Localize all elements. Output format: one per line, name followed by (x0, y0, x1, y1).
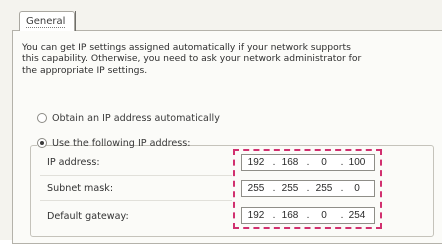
radio-dot (40, 141, 44, 145)
row-divider (40, 200, 232, 201)
ip-address-label: IP address: (47, 157, 100, 168)
tab-general-label: General (26, 16, 66, 28)
row-divider (40, 175, 232, 176)
tab-divider (75, 11, 76, 31)
radio-button-unselected[interactable] (37, 113, 47, 123)
default-gateway-label: Default gateway: (47, 211, 129, 222)
description-line: You can get IP settings assigned automat… (22, 42, 351, 53)
description-line: this capability. Otherwise, you need to … (22, 53, 362, 65)
tcpip-properties-dialog: General You can get IP settings assigned… (0, 0, 442, 244)
highlight-annotation-box (233, 149, 382, 229)
radio-use-following[interactable]: Use the following IP address: (37, 137, 191, 151)
tab-general[interactable]: General (19, 11, 75, 31)
radio-obtain-auto-label: Obtain an IP address automatically (52, 113, 220, 124)
radio-button-selected[interactable] (37, 138, 47, 148)
radio-use-following-label: Use the following IP address: (52, 138, 191, 149)
description-text: You can get IP settings assigned automat… (22, 42, 422, 76)
subnet-mask-label: Subnet mask: (47, 183, 114, 194)
description-line: the appropriate IP settings. (22, 64, 148, 76)
